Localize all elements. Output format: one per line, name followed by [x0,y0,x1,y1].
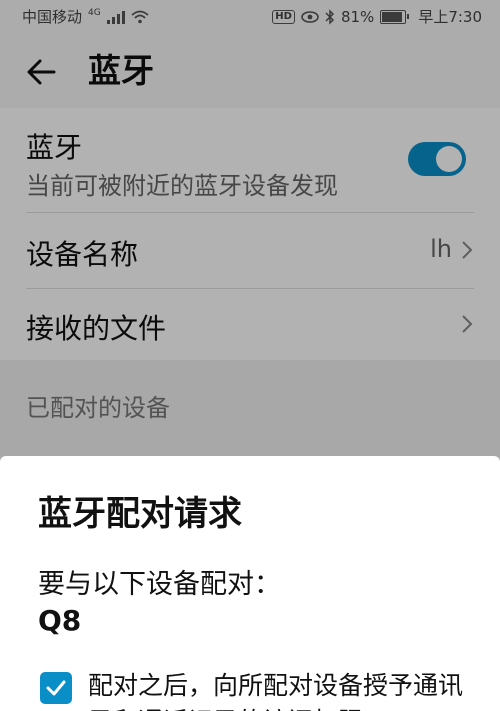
dialog-title: 蓝牙配对请求 [38,494,242,534]
contacts-access-checkbox[interactable] [40,672,72,704]
dialog-prompt: 要与以下设备配对： [38,569,281,600]
checkmark-icon [46,680,66,696]
bluetooth-settings-screen: 中国移动 4G HD 81% 早上7:30 蓝牙 蓝牙 当前可被附近的蓝牙设备发… [0,0,500,711]
pairing-request-dialog: 蓝牙配对请求 要与以下设备配对： Q8 配对之后，向所配对设备授予通讯录和通话记… [0,456,500,711]
pairing-device-name: Q8 [38,604,82,637]
contacts-access-label[interactable]: 配对之后，向所配对设备授予通讯录和通话记录的访问权限 [88,668,478,711]
